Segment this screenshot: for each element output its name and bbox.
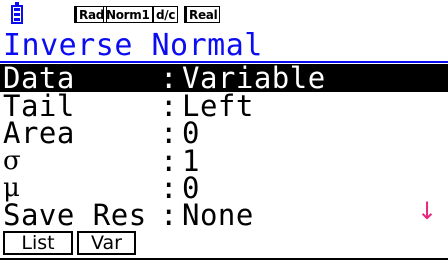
row-save-res-value: None [182, 198, 254, 232]
row-area-label: Area [3, 116, 75, 150]
row-area[interactable]: Area : 0 [0, 116, 448, 150]
row-data-value: Variable [182, 61, 326, 95]
calculator-screen: Rad Norm1 d/c Real Inverse Normal Data :… [0, 0, 448, 262]
scroll-down-arrow-icon: ↓ [416, 197, 438, 225]
row-area-colon: : [160, 116, 178, 150]
function-key-baseline [0, 258, 448, 260]
fraction-mode-badge: d/c [153, 6, 179, 23]
row-data-colon: : [160, 61, 178, 95]
row-save-res-label: Save Res [3, 198, 147, 232]
battery-icon [11, 2, 23, 24]
fkey-list-button[interactable]: List [3, 231, 73, 255]
screen-title: Inverse Normal [3, 28, 263, 63]
function-key-bar: List Var [0, 231, 448, 262]
row-area-value: 0 [182, 116, 200, 150]
row-sigma-label: σ [3, 146, 22, 176]
row-sigma[interactable]: σ : 1 [0, 146, 448, 176]
complex-mode-badge: Real [184, 6, 221, 23]
row-save-res-colon: : [160, 198, 178, 232]
row-data-label: Data [3, 61, 75, 95]
fkey-var-button[interactable]: Var [77, 231, 136, 255]
row-save-res[interactable]: Save Res : None [0, 198, 448, 232]
display-mode-badge: Norm1 [103, 6, 153, 23]
status-bar: Rad Norm1 d/c Real [0, 0, 448, 30]
row-data[interactable]: Data : Variable [0, 61, 448, 95]
